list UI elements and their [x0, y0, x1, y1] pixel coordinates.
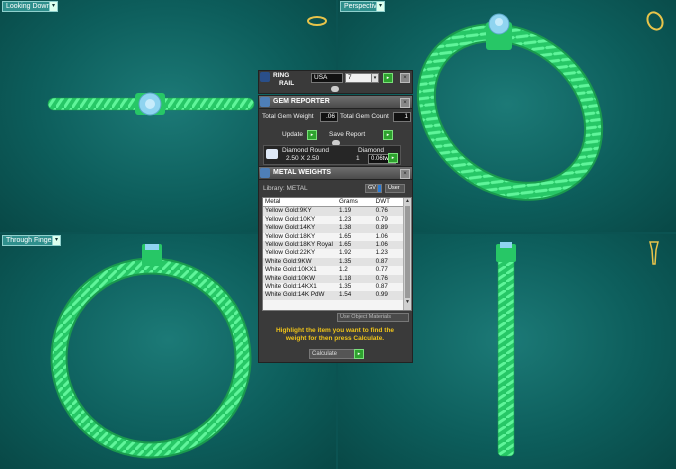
- grams-cell: 1.18: [337, 274, 374, 284]
- chevron-up-icon[interactable]: ▲: [404, 198, 411, 205]
- grams-cell: 1.35: [337, 257, 374, 267]
- table-scrollbar[interactable]: ▲ ▼: [403, 198, 411, 310]
- grams-cell: 1.19: [337, 206, 374, 216]
- table-row[interactable]: White Gold:14KX1 1.35 0.87: [263, 283, 403, 292]
- grams-cell: 1.38: [337, 224, 374, 233]
- dwt-cell: 0.89: [373, 224, 403, 233]
- total-gem-weight-label: Total Gem Weight: [262, 113, 314, 120]
- save-report-button[interactable]: ▸: [383, 130, 393, 140]
- dwt-cell: 1.06: [373, 232, 403, 242]
- column-header-grams[interactable]: Grams: [337, 198, 374, 208]
- grams-cell: 1.35: [337, 283, 374, 292]
- table-row[interactable]: Yellow Gold:9KY 1.19 0.76: [263, 206, 403, 216]
- use-object-materials-toggle[interactable]: Use Object Materials: [337, 313, 409, 322]
- metal-cell: White Gold:14K PdW: [263, 291, 337, 300]
- country-select[interactable]: USA: [311, 73, 343, 83]
- gem-reporter-title: GEM REPORTER: [273, 98, 330, 105]
- dwt-cell: 1.06: [373, 241, 403, 250]
- calculate-button[interactable]: ▸: [354, 349, 364, 359]
- gem-detail-button[interactable]: ▸: [388, 153, 398, 163]
- total-gem-count-value: 1: [393, 112, 411, 122]
- metal-cell: White Gold:14KX1: [263, 283, 337, 292]
- table-row[interactable]: White Gold:10KX1 1.2 0.77: [263, 266, 403, 275]
- dwt-cell: 0.76: [373, 206, 403, 216]
- dwt-cell: 0.76: [373, 274, 403, 284]
- user-library-toggle[interactable]: User: [385, 184, 405, 193]
- metal-table: Metal Grams DWT Yellow Gold:9KY 1.19 0.76 …: [263, 198, 403, 300]
- scale-icon: [260, 168, 270, 178]
- column-header-dwt[interactable]: DWT: [373, 198, 403, 208]
- dwt-cell: 0.79: [373, 215, 403, 225]
- dwt-cell: 0.87: [373, 257, 403, 267]
- grams-cell: 1.2: [337, 266, 374, 275]
- scrollbar-thumb[interactable]: [405, 206, 410, 298]
- grams-cell: 1.65: [337, 241, 374, 250]
- close-icon[interactable]: ×: [400, 98, 410, 108]
- metal-cell: Yellow Gold:9KY: [263, 206, 337, 216]
- gem-dimensions: 2.50 X 2.50: [286, 155, 320, 162]
- gv-indicator: [377, 184, 382, 193]
- table-row[interactable]: Yellow Gold:10KY 1.23 0.79: [263, 215, 403, 225]
- column-header-metal[interactable]: Metal: [263, 198, 337, 208]
- panel-collapse-handle[interactable]: [331, 86, 339, 92]
- grams-cell: 1.92: [337, 249, 374, 258]
- metal-cell: Yellow Gold:18KY: [263, 232, 337, 242]
- gem-icon: [260, 97, 270, 107]
- grams-cell: 1.65: [337, 232, 374, 242]
- metal-cell: Yellow Gold:10KY: [263, 215, 337, 225]
- metal-cell: Yellow Gold:14KY: [263, 224, 337, 233]
- dwt-cell: 1.23: [373, 249, 403, 258]
- library-label: Library: METAL: [263, 185, 308, 192]
- gem-count: 1: [356, 155, 360, 162]
- dwt-cell: 0.99: [373, 291, 403, 300]
- update-button[interactable]: ▸: [307, 130, 317, 140]
- chevron-down-icon[interactable]: ▾: [371, 73, 379, 83]
- apply-size-button[interactable]: ▸: [383, 73, 393, 83]
- ring-rail-title-2: RAIL: [279, 80, 295, 87]
- metal-table-container[interactable]: Metal Grams DWT Yellow Gold:9KY 1.19 0.76 …: [262, 197, 412, 311]
- table-row[interactable]: Yellow Gold:22KY 1.92 1.23: [263, 249, 403, 258]
- metal-weights-header: METAL WEIGHTS ×: [259, 167, 412, 180]
- total-gem-count-label: Total Gem Count: [340, 113, 389, 120]
- grams-cell: 1.54: [337, 291, 374, 300]
- table-row[interactable]: Yellow Gold:14KY 1.38 0.89: [263, 224, 403, 233]
- metal-cell: White Gold:10KW: [263, 274, 337, 284]
- close-icon[interactable]: ×: [400, 73, 410, 83]
- calculate-select[interactable]: Calculate: [309, 349, 355, 359]
- table-row[interactable]: Yellow Gold:18KY Royal 1.65 1.06: [263, 241, 403, 250]
- metal-cell: Yellow Gold:22KY: [263, 249, 337, 258]
- metal-cell: White Gold:10KX1: [263, 266, 337, 275]
- table-row[interactable]: Yellow Gold:18KY 1.65 1.06: [263, 232, 403, 242]
- ring-size-select[interactable]: 7: [345, 73, 373, 83]
- gem-reporter-header: GEM REPORTER ×: [259, 96, 412, 109]
- total-gem-weight-value: .06: [320, 112, 338, 122]
- calculate-hint: Highlight the item you want to find the …: [275, 327, 395, 342]
- table-row[interactable]: White Gold:10KW 1.18 0.76: [263, 274, 403, 284]
- chevron-down-icon[interactable]: ▼: [404, 299, 411, 306]
- save-report-label: Save Report: [329, 131, 366, 138]
- metal-weights-panel: METAL WEIGHTS × Library: METAL GV User M…: [258, 166, 413, 363]
- update-label: Update: [282, 131, 303, 138]
- gem-row[interactable]: Diamond Round 2.50 X 2.50 Diamond 1 0.06…: [263, 145, 401, 165]
- table-row[interactable]: White Gold:14K PdW 1.54 0.99: [263, 291, 403, 300]
- grams-cell: 1.23: [337, 215, 374, 225]
- dwt-cell: 0.87: [373, 283, 403, 292]
- metal-weights-title: METAL WEIGHTS: [273, 169, 332, 176]
- ring-rail-icon: [260, 72, 270, 82]
- table-row[interactable]: White Gold:9KW 1.35 0.87: [263, 257, 403, 267]
- metal-cell: Yellow Gold:18KY Royal: [263, 241, 337, 250]
- dwt-cell: 0.77: [373, 266, 403, 275]
- gem-reporter-panel: GEM REPORTER × Total Gem Weight .06 Tota…: [258, 95, 413, 167]
- diamond-icon: [266, 149, 278, 159]
- close-icon[interactable]: ×: [400, 169, 410, 179]
- table-header-row: Metal Grams DWT: [263, 198, 403, 208]
- metal-cell: White Gold:9KW: [263, 257, 337, 267]
